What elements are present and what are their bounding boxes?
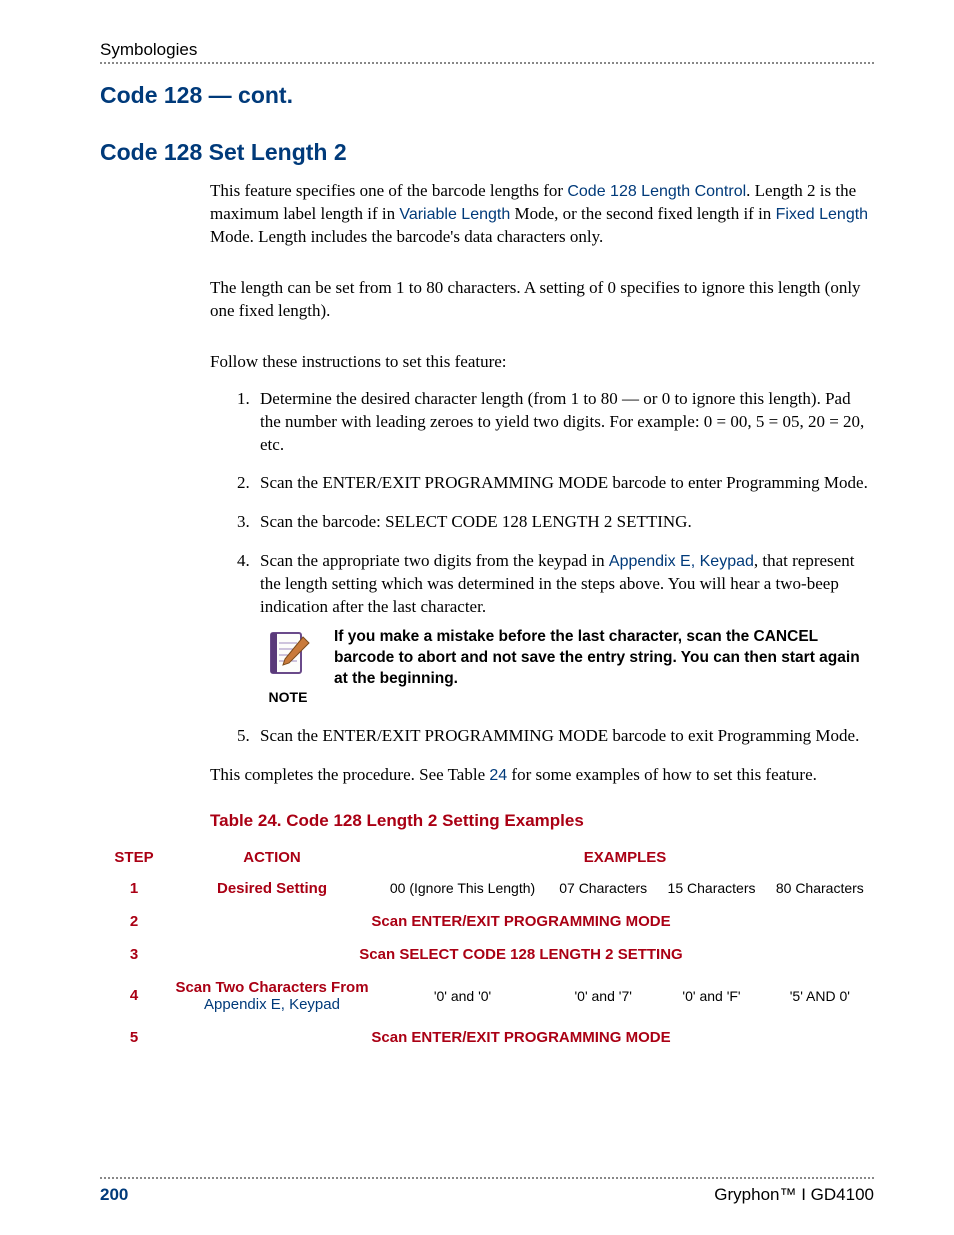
cell: 15 Characters bbox=[657, 872, 765, 905]
link-appendix-e[interactable]: Appendix E, Keypad bbox=[204, 996, 340, 1013]
note-text: If you make a mistake before the last ch… bbox=[334, 627, 874, 690]
step-5: Scan the ENTER/EXIT PROGRAMMING MODE bar… bbox=[254, 725, 874, 748]
table-caption: Table 24. Code 128 Length 2 Setting Exam… bbox=[210, 811, 874, 831]
table-row: 3 Scan SELECT CODE 128 LENGTH 2 SETTING bbox=[100, 938, 874, 971]
col-action: ACTION bbox=[168, 843, 376, 872]
notepad-icon bbox=[265, 627, 311, 677]
examples-table: STEP ACTION EXAMPLES 1 Desired Setting 0… bbox=[100, 843, 874, 1054]
follow-paragraph: Follow these instructions to set this fe… bbox=[210, 351, 874, 374]
cell-full-action: Scan ENTER/EXIT PROGRAMMING MODE bbox=[168, 1021, 874, 1054]
cell-step: 3 bbox=[100, 938, 168, 971]
link-variable-length[interactable]: Variable Length bbox=[399, 206, 510, 223]
footer: 200 Gryphon™ I GD4100 bbox=[100, 1177, 874, 1205]
cell-step: 1 bbox=[100, 872, 168, 905]
closing-paragraph: This completes the procedure. See Table … bbox=[210, 764, 874, 787]
cell-full-action: Scan SELECT CODE 128 LENGTH 2 SETTING bbox=[168, 938, 874, 971]
heading-section: Code 128 Set Length 2 bbox=[100, 139, 874, 166]
text: Mode, or the second fixed length if in bbox=[510, 204, 775, 223]
running-header: Symbologies bbox=[100, 40, 874, 60]
page-number: 200 bbox=[100, 1185, 128, 1205]
cell-step: 4 bbox=[100, 971, 168, 1021]
cell: 00 (Ignore This Length) bbox=[376, 872, 549, 905]
text: Scan Two Characters From bbox=[175, 979, 368, 996]
text: Scan the appropriate two digits from the… bbox=[260, 551, 609, 570]
header-rule bbox=[100, 62, 874, 64]
cell: '0' and '7' bbox=[549, 971, 657, 1021]
link-fixed-length[interactable]: Fixed Length bbox=[776, 206, 869, 223]
table-row: 2 Scan ENTER/EXIT PROGRAMMING MODE bbox=[100, 905, 874, 938]
cell: '0' and 'F' bbox=[657, 971, 765, 1021]
cell-action: Scan Two Characters From Appendix E, Key… bbox=[168, 971, 376, 1021]
table-row: 5 Scan ENTER/EXIT PROGRAMMING MODE bbox=[100, 1021, 874, 1054]
step-2: Scan the ENTER/EXIT PROGRAMMING MODE bar… bbox=[254, 472, 874, 495]
link-length-control[interactable]: Code 128 Length Control bbox=[567, 183, 746, 200]
cell: '0' and '0' bbox=[376, 971, 549, 1021]
text: Mode. Length includes the barcode's data… bbox=[210, 227, 603, 246]
cell-step: 2 bbox=[100, 905, 168, 938]
cell-step: 5 bbox=[100, 1021, 168, 1054]
page: Symbologies Code 128 — cont. Code 128 Se… bbox=[0, 0, 954, 1235]
product-name: Gryphon™ I GD4100 bbox=[714, 1185, 874, 1205]
step-4: Scan the appropriate two digits from the… bbox=[254, 550, 874, 707]
text: This feature specifies one of the barcod… bbox=[210, 181, 567, 200]
cell: 80 Characters bbox=[766, 872, 874, 905]
body: This feature specifies one of the barcod… bbox=[210, 180, 874, 787]
table-row: 4 Scan Two Characters From Appendix E, K… bbox=[100, 971, 874, 1021]
cell: '5' AND 0' bbox=[766, 971, 874, 1021]
link-table-24[interactable]: 24 bbox=[489, 767, 507, 784]
note-label: NOTE bbox=[260, 688, 316, 707]
heading-continued: Code 128 — cont. bbox=[100, 82, 874, 109]
text: for some examples of how to set this fea… bbox=[507, 765, 817, 784]
instruction-list: Determine the desired character length (… bbox=[210, 388, 874, 748]
step-1: Determine the desired character length (… bbox=[254, 388, 874, 457]
text: This completes the procedure. See Table bbox=[210, 765, 489, 784]
cell-full-action: Scan ENTER/EXIT PROGRAMMING MODE bbox=[168, 905, 874, 938]
cell: 07 Characters bbox=[549, 872, 657, 905]
step-3: Scan the barcode: SELECT CODE 128 LENGTH… bbox=[254, 511, 874, 534]
footer-rule bbox=[100, 1177, 874, 1179]
note-icon-column: NOTE bbox=[260, 627, 316, 707]
intro-paragraph: This feature specifies one of the barcod… bbox=[210, 180, 874, 249]
note-block: NOTE If you make a mistake before the la… bbox=[260, 627, 874, 707]
table-header-row: STEP ACTION EXAMPLES bbox=[100, 843, 874, 872]
cell-action: Desired Setting bbox=[168, 872, 376, 905]
col-step: STEP bbox=[100, 843, 168, 872]
table-row: 1 Desired Setting 00 (Ignore This Length… bbox=[100, 872, 874, 905]
col-examples: EXAMPLES bbox=[376, 843, 874, 872]
link-appendix-e[interactable]: Appendix E, Keypad bbox=[609, 553, 754, 570]
range-paragraph: The length can be set from 1 to 80 chara… bbox=[210, 277, 874, 323]
